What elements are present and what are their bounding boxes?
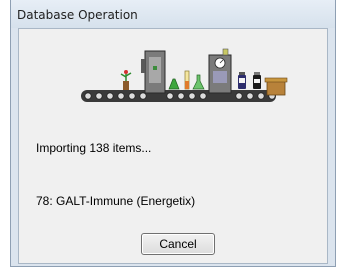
cancel-button[interactable]: Cancel [141,233,215,255]
dialog-content: Importing 138 items... 78: GALT-Immune (… [18,28,328,264]
dialog-window: Database Operation Importing 138 items..… [10,0,336,267]
status-text: Importing 138 items... [36,141,152,155]
title-bar[interactable]: Database Operation [11,0,335,28]
conveyor-belt-bottling-icon [81,48,288,102]
current-item-text: 78: GALT-Immune (Energetix) [36,194,196,208]
window-title: Database Operation [17,8,138,22]
